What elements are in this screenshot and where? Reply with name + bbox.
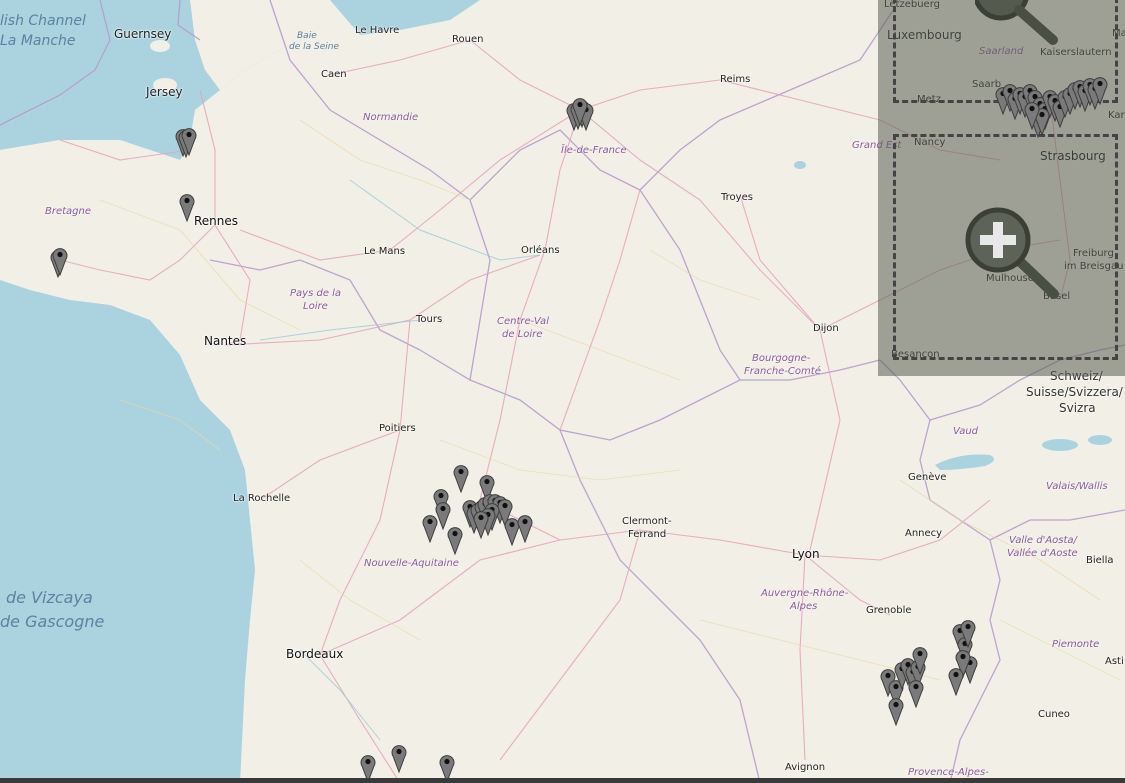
map-pin-icon[interactable] (453, 463, 469, 493)
map-pin-icon[interactable] (473, 509, 489, 539)
map-pin-icon[interactable] (908, 678, 924, 708)
map-pin-icon[interactable] (912, 645, 928, 675)
map-pin-icon[interactable] (517, 513, 533, 543)
map-pin-icon[interactable] (179, 192, 195, 222)
zoom-in-magnifier-icon[interactable] (962, 204, 1066, 304)
bottom-scroll-bar[interactable] (0, 778, 1125, 783)
map-pin-icon[interactable] (391, 743, 407, 773)
map-pin-icon[interactable] (1024, 100, 1040, 130)
map-pin-icon[interactable] (960, 618, 976, 648)
map-pin-icon[interactable] (1092, 75, 1108, 105)
map-pin-icon[interactable] (181, 126, 197, 156)
map-pin-icon[interactable] (948, 666, 964, 696)
map-pin-icon[interactable] (422, 513, 438, 543)
map-pin-icon[interactable] (888, 696, 904, 726)
zoom-magnifier-icon[interactable] (975, 0, 1065, 46)
map-pin-icon[interactable] (52, 246, 68, 276)
map-pin-icon[interactable] (572, 96, 588, 126)
map-pin-icon[interactable] (447, 525, 463, 555)
